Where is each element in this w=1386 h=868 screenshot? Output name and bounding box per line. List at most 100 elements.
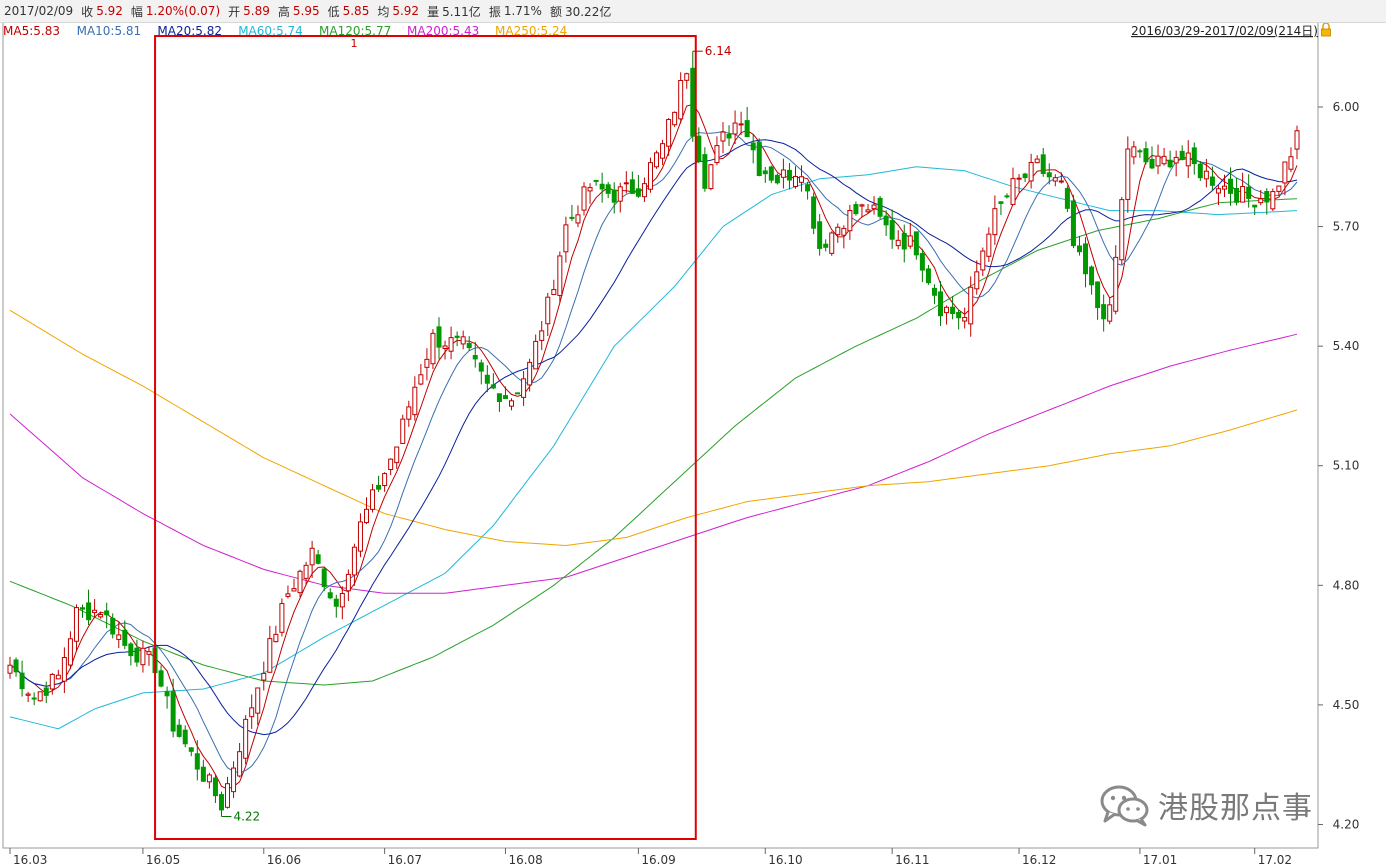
candle <box>925 264 931 285</box>
candle <box>61 647 67 694</box>
candle <box>128 642 134 666</box>
candle-body <box>871 204 877 210</box>
candle-body <box>1064 188 1070 209</box>
candle <box>1167 150 1173 169</box>
candle-body <box>291 588 297 592</box>
x-tick-label: 17.01 <box>1143 853 1177 867</box>
candle <box>533 334 539 370</box>
candle <box>672 111 678 127</box>
candle <box>327 588 333 600</box>
x-tick-label: 16.03 <box>13 853 47 867</box>
candle <box>871 196 877 215</box>
candle <box>877 196 883 219</box>
candle-body <box>901 232 907 250</box>
candle <box>611 182 617 214</box>
candle-body <box>237 751 243 777</box>
candle-body <box>1016 177 1022 180</box>
candle-body <box>1258 198 1264 204</box>
candle-body <box>1234 188 1240 203</box>
candle <box>370 484 376 513</box>
price-chart[interactable]: 1 6.14 4.22 MA5:5.83 MA10:5.81 MA20:5.82 MA60:… <box>0 0 1386 868</box>
candle <box>974 260 980 295</box>
open-label: 开 <box>228 4 241 19</box>
candle-body <box>992 208 998 236</box>
candle <box>363 497 369 525</box>
candle-body <box>835 226 841 236</box>
candle-body <box>267 638 273 673</box>
candle-body <box>273 633 279 643</box>
candle-body <box>1179 150 1185 160</box>
candle <box>587 183 593 204</box>
x-tick-label: 16.11 <box>895 853 929 867</box>
candle-body <box>1294 130 1300 150</box>
candle-body <box>454 335 460 338</box>
candle <box>357 513 363 558</box>
candle <box>1016 174 1022 193</box>
candle-body <box>853 204 859 215</box>
candle-body <box>581 186 587 211</box>
candle-body <box>1095 281 1101 308</box>
candle <box>382 472 388 492</box>
change-value: 1.20%(0.07) <box>145 4 221 18</box>
candle <box>1173 150 1179 177</box>
candle <box>768 165 774 184</box>
candle-body <box>974 271 980 290</box>
candle-body <box>92 609 98 614</box>
candle <box>992 195 998 245</box>
turnover-value: 30.22亿 <box>564 4 612 19</box>
candle <box>1058 172 1064 184</box>
candle-body <box>1058 180 1064 183</box>
candle-body <box>768 166 774 181</box>
candle <box>641 177 647 202</box>
candle <box>1161 147 1167 166</box>
candle <box>750 134 756 164</box>
candle-body <box>80 607 86 610</box>
y-tick-label: 5.40 <box>1333 339 1360 353</box>
candle <box>496 393 502 412</box>
candle-body <box>297 570 303 594</box>
candle <box>720 122 726 154</box>
candle <box>557 251 563 303</box>
high-value: 5.95 <box>292 4 320 18</box>
candle-body <box>1034 158 1040 164</box>
open-value: 5.89 <box>243 4 270 18</box>
candle-body <box>913 231 919 256</box>
candle <box>37 691 43 702</box>
ma5-legend: MA5:5.83 <box>3 24 60 38</box>
ma60-line <box>9 166 1298 730</box>
candle <box>1270 188 1276 211</box>
candle-body <box>122 629 128 646</box>
candle <box>1246 174 1252 208</box>
candle-body <box>255 687 261 714</box>
candle-body <box>55 674 61 680</box>
candle-body <box>376 484 382 490</box>
candle-body <box>557 255 563 296</box>
candle-body <box>1185 152 1191 167</box>
candle-body <box>944 306 950 314</box>
y-tick-label: 5.70 <box>1333 220 1360 234</box>
candle <box>19 660 25 697</box>
candle <box>1252 204 1258 216</box>
candle-body <box>865 209 871 213</box>
candle-body <box>1161 155 1167 165</box>
candle <box>146 646 152 666</box>
close-value: 5.92 <box>96 4 123 18</box>
x-tick-label: 16.09 <box>641 853 675 867</box>
candle-body <box>1046 172 1052 178</box>
candle <box>1185 140 1191 178</box>
candle <box>1234 177 1240 206</box>
candle-body <box>285 593 291 597</box>
candle-body <box>436 326 442 348</box>
candle <box>400 414 406 444</box>
candle <box>889 209 895 249</box>
candle-body <box>116 634 122 640</box>
candle-body <box>466 342 472 349</box>
candle <box>182 725 188 748</box>
candle <box>80 604 86 618</box>
candle <box>333 594 339 618</box>
candle <box>1070 194 1076 249</box>
candle <box>200 759 206 782</box>
candle-body <box>1173 156 1179 164</box>
candle-body <box>49 673 55 690</box>
candle <box>1209 166 1215 191</box>
